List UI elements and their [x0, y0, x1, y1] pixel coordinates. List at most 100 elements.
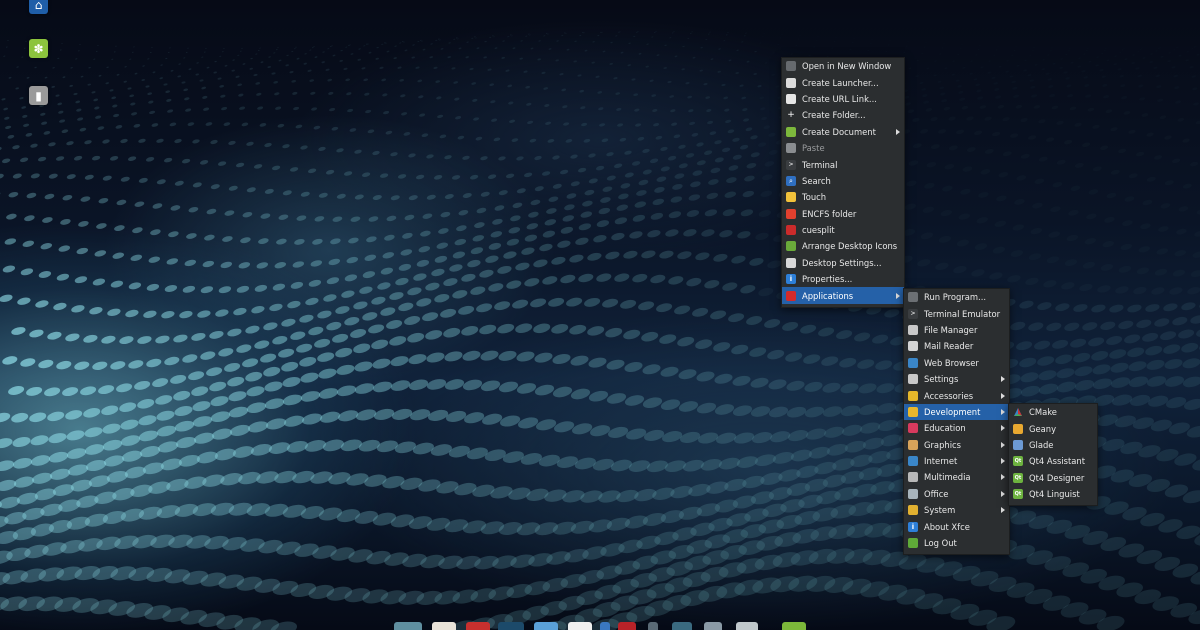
- menu-item-open-in-new-window[interactable]: Open in New Window: [782, 58, 904, 74]
- submenu-arrow-icon: [1001, 474, 1005, 481]
- menu-item-log-out[interactable]: Log Out: [904, 535, 1009, 551]
- menu-item-cuesplit[interactable]: cuesplit: [782, 222, 904, 238]
- menu-item-create-document[interactable]: Create Document: [782, 124, 904, 140]
- development-icon: [908, 406, 918, 417]
- menu-item-mail-reader[interactable]: Mail Reader: [904, 338, 1009, 354]
- menu-item-label: Properties...: [802, 274, 853, 285]
- submenu-arrow-icon: [1001, 392, 1005, 399]
- menu-item-run-program[interactable]: Run Program...: [904, 289, 1009, 305]
- menu-item-label: Terminal Emulator: [924, 308, 1001, 319]
- internet-icon: [908, 456, 918, 467]
- menu-item-multimedia[interactable]: Multimedia: [904, 469, 1009, 485]
- applications-submenu: Run Program... > Terminal Emulator File Man…: [903, 288, 1010, 556]
- menu-item-glade[interactable]: Glade: [1009, 437, 1097, 453]
- menu-item-search[interactable]: ⌕ Search: [782, 173, 904, 189]
- menu-item-about-xfce[interactable]: i About Xfce: [904, 518, 1009, 534]
- home-icon[interactable]: ⌂: [29, 0, 48, 14]
- menu-item-label: Office: [924, 488, 949, 499]
- multimedia-icon: [908, 472, 918, 483]
- files-icon[interactable]: [394, 622, 422, 630]
- menu-item-file-manager[interactable]: File Manager: [904, 322, 1009, 338]
- record-icon[interactable]: [618, 622, 636, 630]
- menu-item-development[interactable]: Development: [904, 403, 1009, 421]
- network-icon[interactable]: ✽: [29, 39, 48, 58]
- menu-item-label: Create Launcher...: [802, 77, 879, 88]
- menu-item-desktop-settings[interactable]: Desktop Settings...: [782, 255, 904, 271]
- dock: [392, 622, 812, 630]
- menu-item-label: Development: [924, 406, 981, 417]
- menu-item-education[interactable]: Education: [904, 420, 1009, 436]
- menu-item-graphics[interactable]: Graphics: [904, 437, 1009, 453]
- usb-drive-icon[interactable]: ▮: [29, 86, 48, 105]
- menu-item-label: Education: [924, 423, 966, 434]
- submenu-arrow-icon: [1001, 425, 1005, 432]
- menu-item-label: CMake: [1029, 407, 1057, 418]
- geany-icon: [1013, 423, 1023, 434]
- about-icon: i: [908, 521, 918, 532]
- info-dock-icon[interactable]: [600, 622, 610, 630]
- tool-icon[interactable]: [704, 622, 722, 630]
- calendar-icon[interactable]: [568, 622, 592, 630]
- menu-item-office[interactable]: Office: [904, 486, 1009, 502]
- cmake-icon: [1013, 407, 1023, 417]
- menu-item-web-browser[interactable]: Web Browser: [904, 355, 1009, 371]
- menu-item-qt4-assistant[interactable]: Qt Qt4 Assistant: [1009, 453, 1097, 469]
- education-icon: [908, 423, 918, 434]
- office-icon: [908, 488, 918, 499]
- submenu-arrow-icon: [1001, 441, 1005, 448]
- menu-item-label: Run Program...: [924, 292, 987, 303]
- menu-item-properties[interactable]: i Properties...: [782, 271, 904, 287]
- accessories-icon: [908, 390, 918, 401]
- menu-item-touch[interactable]: Touch: [782, 189, 904, 205]
- run-program-icon: [908, 292, 918, 303]
- menu-item-internet[interactable]: Internet: [904, 453, 1009, 469]
- menu-item-qt4-linguist[interactable]: Qt Qt4 Linguist: [1009, 486, 1097, 502]
- menu-item-paste[interactable]: Paste: [782, 140, 904, 156]
- encfs-icon: [786, 208, 796, 219]
- mail-icon: [908, 341, 918, 352]
- menu-item-label: Create URL Link...: [802, 93, 877, 104]
- menu-item-label: Create Folder...: [802, 110, 866, 121]
- menu-item-create-folder[interactable]: + Create Folder...: [782, 107, 904, 123]
- menu-item-accessories[interactable]: Accessories: [904, 387, 1009, 403]
- development-submenu: CMake Geany Glade Qt Qt4 Assistant Qt Qt4 Desi…: [1008, 403, 1098, 507]
- terminal-dock-icon[interactable]: [498, 622, 524, 630]
- mail-dock-icon[interactable]: [534, 622, 558, 630]
- info-icon: i: [786, 274, 796, 285]
- menu-item-label: Qt4 Designer: [1029, 472, 1085, 483]
- wifi-icon[interactable]: [736, 622, 758, 630]
- menu-item-cmake[interactable]: CMake: [1009, 404, 1097, 420]
- menu-item-label: Graphics: [924, 439, 961, 450]
- menu-item-terminal[interactable]: > Terminal: [782, 156, 904, 172]
- menu-item-label: Web Browser: [924, 357, 979, 368]
- menu-item-arrange-desktop-icons[interactable]: Arrange Desktop Icons: [782, 238, 904, 254]
- browser-icon[interactable]: [432, 622, 456, 630]
- menu-item-label: Multimedia: [924, 472, 971, 483]
- menu-item-create-launcher[interactable]: Create Launcher...: [782, 74, 904, 90]
- menu-item-settings[interactable]: Settings: [904, 371, 1009, 387]
- app-dock-icon[interactable]: [672, 622, 692, 630]
- submenu-arrow-icon: [1001, 490, 1005, 497]
- paste-icon: [786, 143, 796, 154]
- desktop-settings-icon: [786, 257, 796, 268]
- menu-item-label: Applications: [802, 290, 854, 301]
- menu-item-label: Desktop Settings...: [802, 257, 882, 268]
- edit-icon[interactable]: [648, 622, 658, 630]
- menu-item-label: Create Document: [802, 126, 876, 137]
- menu-item-qt4-designer[interactable]: Qt Qt4 Designer: [1009, 470, 1097, 486]
- media-icon[interactable]: [466, 622, 490, 630]
- menu-item-label: Mail Reader: [924, 341, 974, 352]
- menu-item-geany[interactable]: Geany: [1009, 420, 1097, 436]
- menu-item-label: Internet: [924, 456, 958, 467]
- menu-item-encfs-folder[interactable]: ENCFS folder: [782, 206, 904, 222]
- menu-item-create-url-link[interactable]: Create URL Link...: [782, 91, 904, 107]
- menu-item-label: Glade: [1029, 439, 1054, 450]
- terminal-icon: >: [786, 159, 796, 170]
- menu-item-terminal-emulator[interactable]: > Terminal Emulator: [904, 305, 1009, 321]
- menu-item-label: Settings: [924, 374, 959, 385]
- qt-assistant-icon: Qt: [1013, 456, 1023, 467]
- system-dock-icon[interactable]: [782, 622, 806, 630]
- glade-icon: [1013, 439, 1023, 450]
- menu-item-applications[interactable]: Applications: [782, 287, 904, 304]
- menu-item-system[interactable]: System: [904, 502, 1009, 518]
